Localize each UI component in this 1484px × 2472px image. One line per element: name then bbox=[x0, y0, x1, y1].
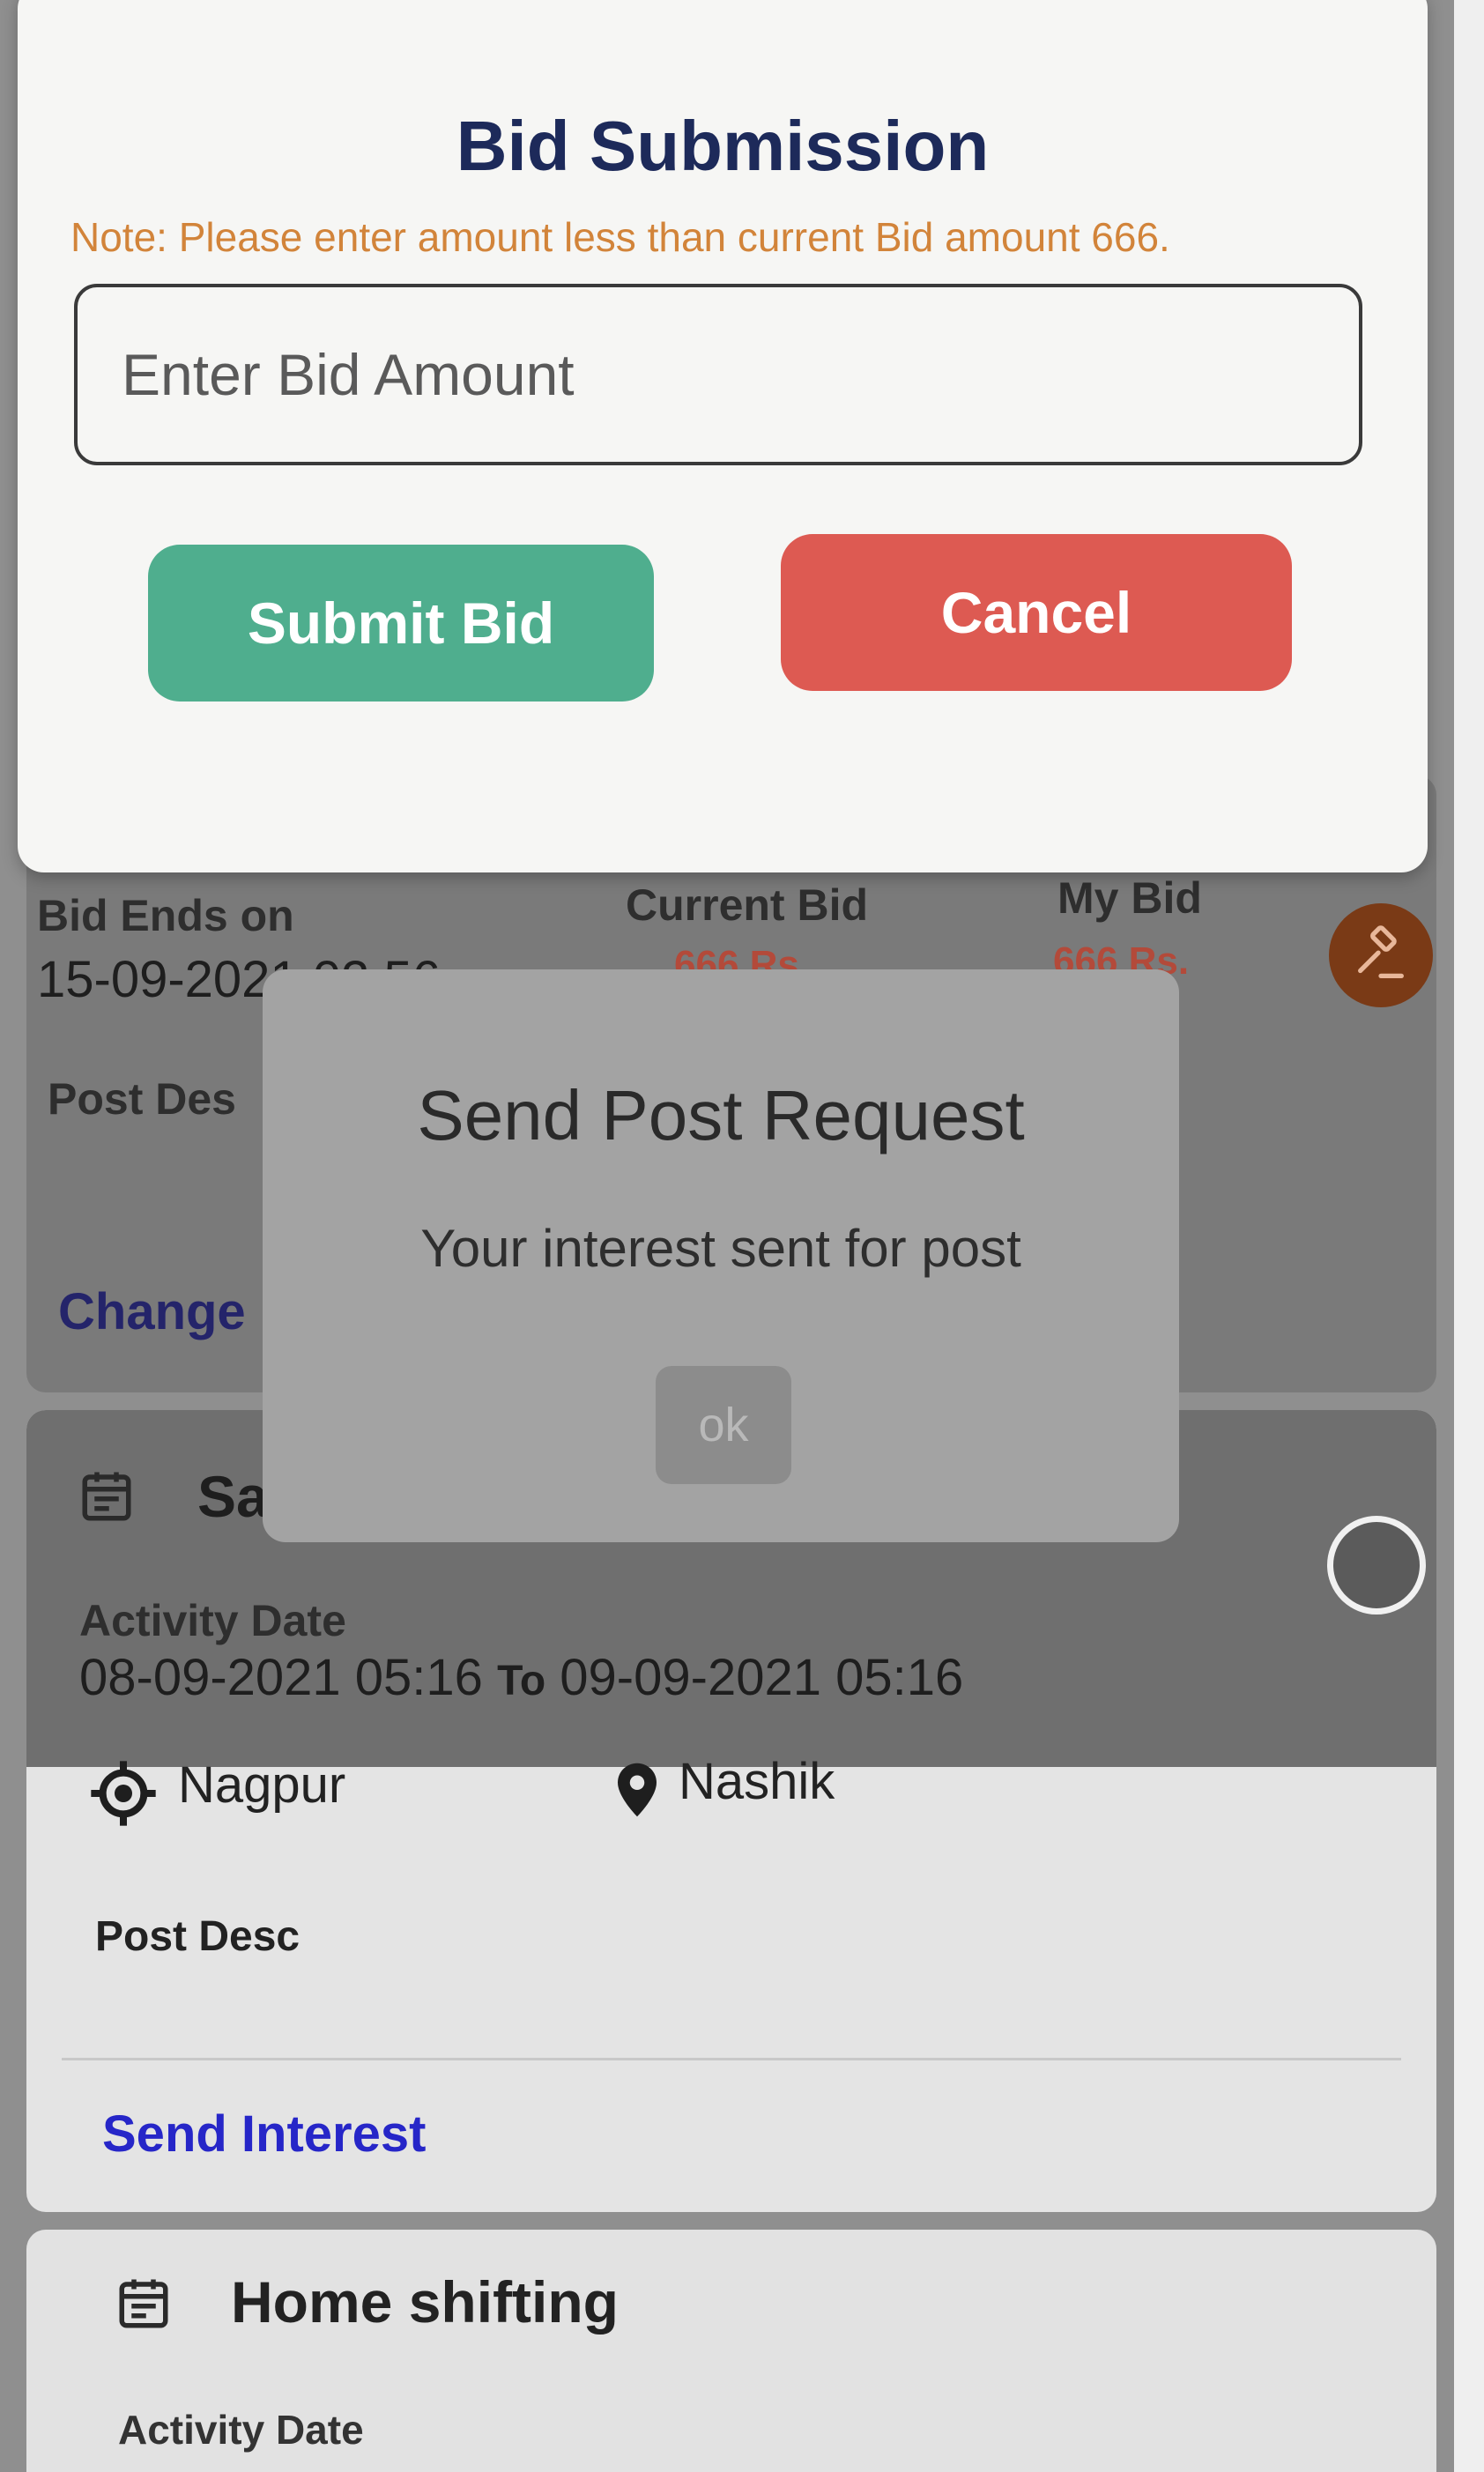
cancel-button[interactable]: Cancel bbox=[781, 534, 1292, 691]
date-to: 09-09-2021 05:16 bbox=[560, 1649, 964, 1706]
send-interest-link[interactable]: Send Interest bbox=[102, 2105, 426, 2164]
bid-modal-title: Bid Submission bbox=[456, 107, 990, 185]
post-title-3: Home shifting bbox=[231, 2269, 619, 2335]
select-radio[interactable] bbox=[1327, 1516, 1426, 1615]
card2-divider bbox=[62, 2058, 1401, 2060]
destination-city: Nashik bbox=[679, 1753, 835, 1810]
calendar-icon bbox=[82, 1472, 131, 1521]
post-title: Sa bbox=[197, 1464, 269, 1529]
app-screen: Bid Ends on 15-09-2021 02:56 Current Bid… bbox=[0, 0, 1454, 2472]
activity-date-label: Activity Date bbox=[79, 1596, 346, 1645]
send-post-request-dialog: Send Post Request Your interest sent for… bbox=[263, 969, 1179, 1542]
current-bid-label: Current Bid bbox=[626, 880, 868, 930]
origin-city: Nagpur bbox=[178, 1756, 346, 1814]
alert-message: Your interest sent for post bbox=[420, 1219, 1021, 1278]
activity-date-range: 08-09-2021 05:16 To 09-09-2021 05:16 bbox=[79, 1648, 963, 1707]
my-bid-label: My Bid bbox=[1057, 873, 1202, 923]
map-pin-icon bbox=[618, 1763, 657, 1817]
submit-bid-button[interactable]: Submit Bid bbox=[148, 545, 654, 702]
post-desc-label: Post Des bbox=[48, 1074, 236, 1124]
alert-title: Send Post Request bbox=[417, 1076, 1025, 1154]
activity-date-label-3: Activity Date bbox=[118, 2407, 364, 2453]
bid-amount-input[interactable] bbox=[74, 284, 1362, 465]
bid-ends-label: Bid Ends on bbox=[37, 891, 294, 940]
bid-note: Note: Please enter amount less than curr… bbox=[70, 214, 1170, 260]
change-link[interactable]: Change bbox=[58, 1282, 246, 1341]
post-desc-label-2: Post Desc bbox=[95, 1913, 301, 1960]
gavel-icon[interactable] bbox=[1329, 903, 1433, 1007]
date-to-word: To bbox=[497, 1658, 546, 1704]
gavel-glyph-icon bbox=[1358, 925, 1404, 978]
device-edge bbox=[1454, 0, 1484, 2472]
post-card-3: Home shifting Activity Date bbox=[26, 2230, 1436, 2472]
ok-button[interactable]: ok bbox=[656, 1366, 791, 1484]
calendar-icon-2 bbox=[119, 2279, 168, 2328]
location-target-icon bbox=[91, 1761, 156, 1826]
date-from: 08-09-2021 05:16 bbox=[79, 1649, 483, 1706]
bid-submission-modal: Bid Submission Note: Please enter amount… bbox=[18, 0, 1428, 872]
